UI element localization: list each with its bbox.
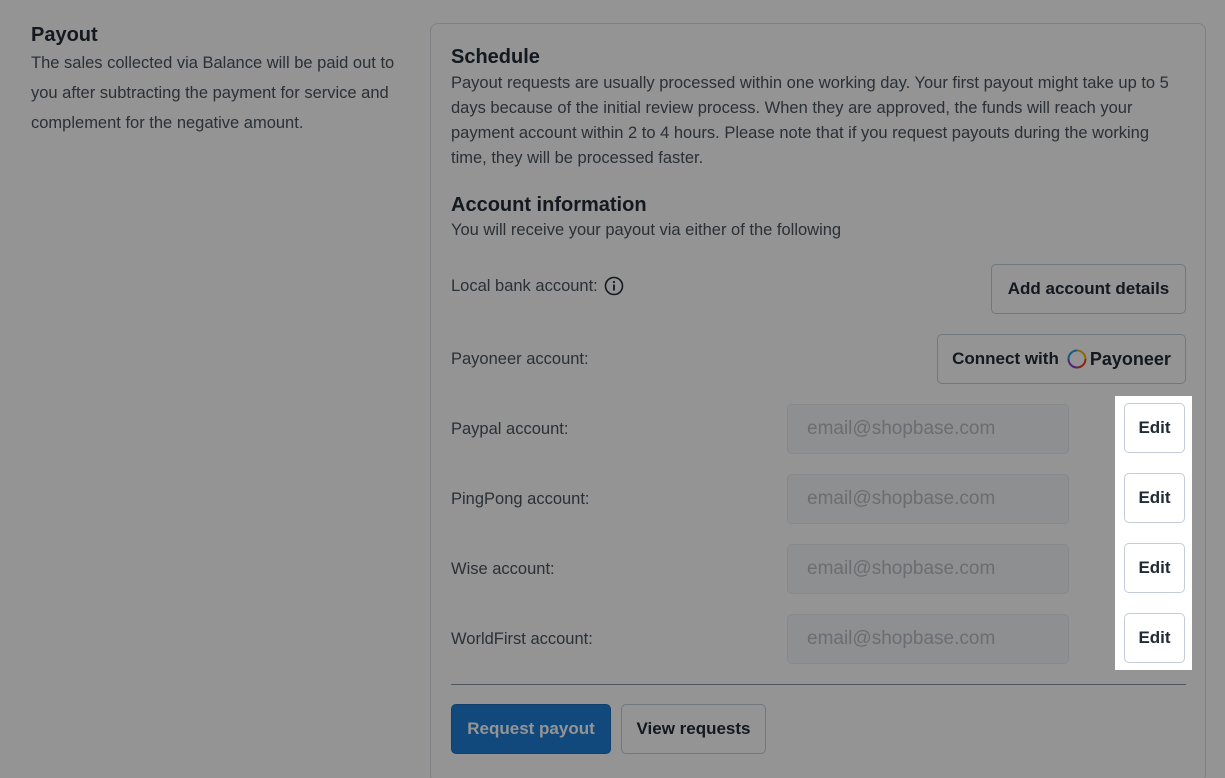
payoneer-logo-icon <box>1067 349 1087 369</box>
connect-payoneer-button[interactable]: Connect with Payoneer <box>937 334 1186 384</box>
pingpong-email-input[interactable] <box>787 474 1069 524</box>
highlighted-paypal-edit-button[interactable]: Edit <box>1124 403 1185 453</box>
local-bank-label: Local bank account: <box>451 277 598 295</box>
highlighted-wise-edit-button[interactable]: Edit <box>1124 543 1185 593</box>
schedule-title: Schedule <box>451 46 540 68</box>
add-account-details-button[interactable]: Add account details <box>991 264 1186 314</box>
worldfirst-email-input[interactable] <box>787 614 1069 664</box>
payoneer-label: Payoneer account: <box>451 350 589 368</box>
payout-settings-card: Schedule Payout requests are usually pro… <box>430 23 1206 778</box>
account-info-subtitle: You will receive your payout via either … <box>451 221 842 239</box>
highlighted-pingpong-edit-button[interactable]: Edit <box>1124 473 1185 523</box>
worldfirst-label: WorldFirst account: <box>451 630 593 648</box>
divider <box>451 684 1186 685</box>
payout-description: The sales collected via Balance will be … <box>31 54 395 132</box>
payoneer-logo: Payoneer <box>1067 349 1171 370</box>
highlighted-worldfirst-edit-button[interactable]: Edit <box>1124 613 1185 663</box>
schedule-text: Payout requests are usually processed wi… <box>451 74 1169 167</box>
wise-label: Wise account: <box>451 560 555 578</box>
local-bank-row: Local bank account: <box>451 276 624 296</box>
info-icon[interactable] <box>604 276 624 296</box>
account-info-title: Account information <box>451 194 647 216</box>
view-requests-button[interactable]: View requests <box>621 704 766 754</box>
payoneer-brand: Payoneer <box>1089 348 1171 369</box>
paypal-label: Paypal account: <box>451 420 569 438</box>
connect-with-label: Connect with <box>952 349 1059 368</box>
pingpong-label: PingPong account: <box>451 490 590 508</box>
request-payout-button[interactable]: Request payout <box>451 704 611 754</box>
wise-email-input[interactable] <box>787 544 1069 594</box>
paypal-email-input[interactable] <box>787 404 1069 454</box>
payout-section-intro: Payout The sales collected via Balance w… <box>31 23 411 138</box>
payout-title: Payout <box>31 24 98 46</box>
